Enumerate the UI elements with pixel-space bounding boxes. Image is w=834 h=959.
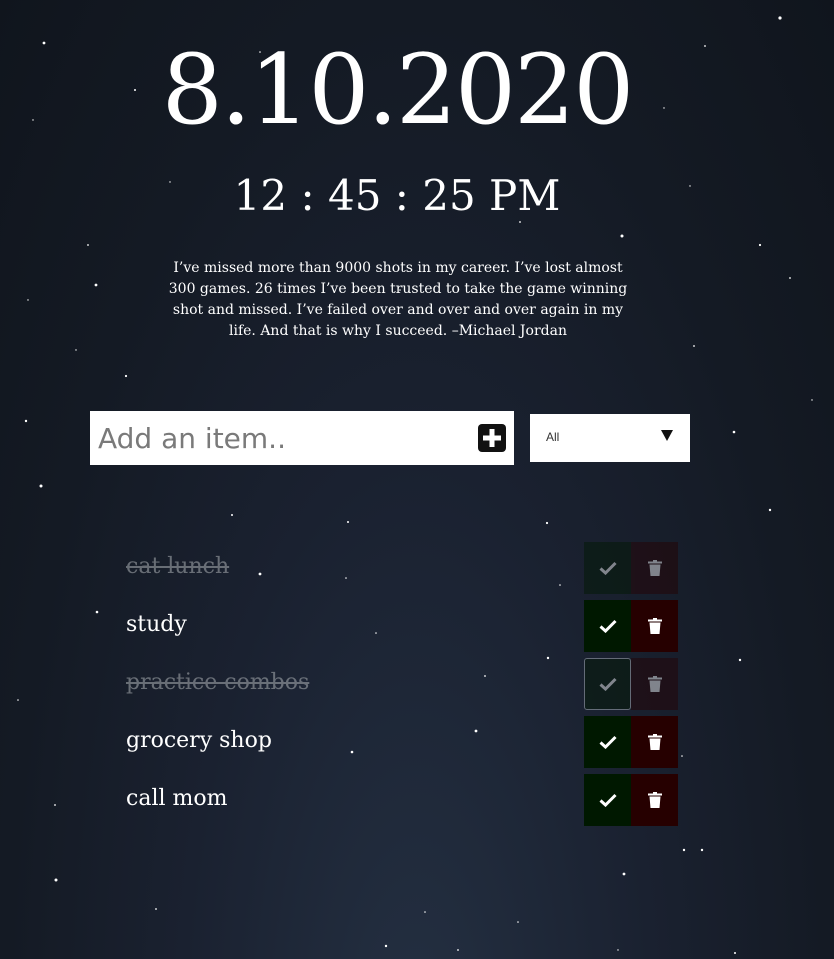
delete-button[interactable] [631, 716, 678, 768]
time-display: 12 : 45 : 25 PM [233, 171, 561, 220]
date-display: 8.10.2020 [161, 34, 635, 146]
check-icon [598, 561, 617, 575]
add-item-button[interactable] [478, 424, 506, 452]
complete-button[interactable] [584, 600, 631, 652]
plus-square-icon [483, 429, 501, 447]
todo-list: cat lunch study practice combos grocery … [126, 542, 678, 832]
trash-icon [647, 734, 662, 750]
triangle-down-icon [661, 430, 673, 441]
complete-button[interactable] [584, 658, 631, 710]
filter-dropdown[interactable]: All [530, 414, 690, 462]
trash-icon [647, 618, 662, 634]
delete-button[interactable] [631, 600, 678, 652]
filter-selected-value: All [546, 430, 560, 444]
trash-icon [647, 676, 662, 692]
todo-item: cat lunch [126, 542, 678, 600]
complete-button[interactable] [584, 542, 631, 594]
delete-button[interactable] [631, 542, 678, 594]
todo-text: grocery shop [126, 728, 272, 753]
todo-item: study [126, 600, 678, 658]
todo-text: practice combos [126, 670, 310, 695]
complete-button[interactable] [584, 716, 631, 768]
trash-icon [647, 560, 662, 576]
todo-item: practice combos [126, 658, 678, 716]
motivational-quote: I’ve missed more than 9000 shots in my c… [168, 260, 628, 339]
check-icon [598, 677, 617, 691]
todo-item: grocery shop [126, 716, 678, 774]
todo-text: call mom [126, 786, 228, 811]
add-item-form [90, 411, 514, 465]
delete-button[interactable] [631, 658, 678, 710]
trash-icon [647, 792, 662, 808]
delete-button[interactable] [631, 774, 678, 826]
todo-item: call mom [126, 774, 678, 832]
check-icon [598, 619, 617, 633]
todo-text: study [126, 612, 187, 637]
todo-text: cat lunch [126, 554, 230, 579]
check-icon [598, 735, 617, 749]
check-icon [598, 793, 617, 807]
complete-button[interactable] [584, 774, 631, 826]
add-item-input[interactable] [90, 411, 470, 465]
